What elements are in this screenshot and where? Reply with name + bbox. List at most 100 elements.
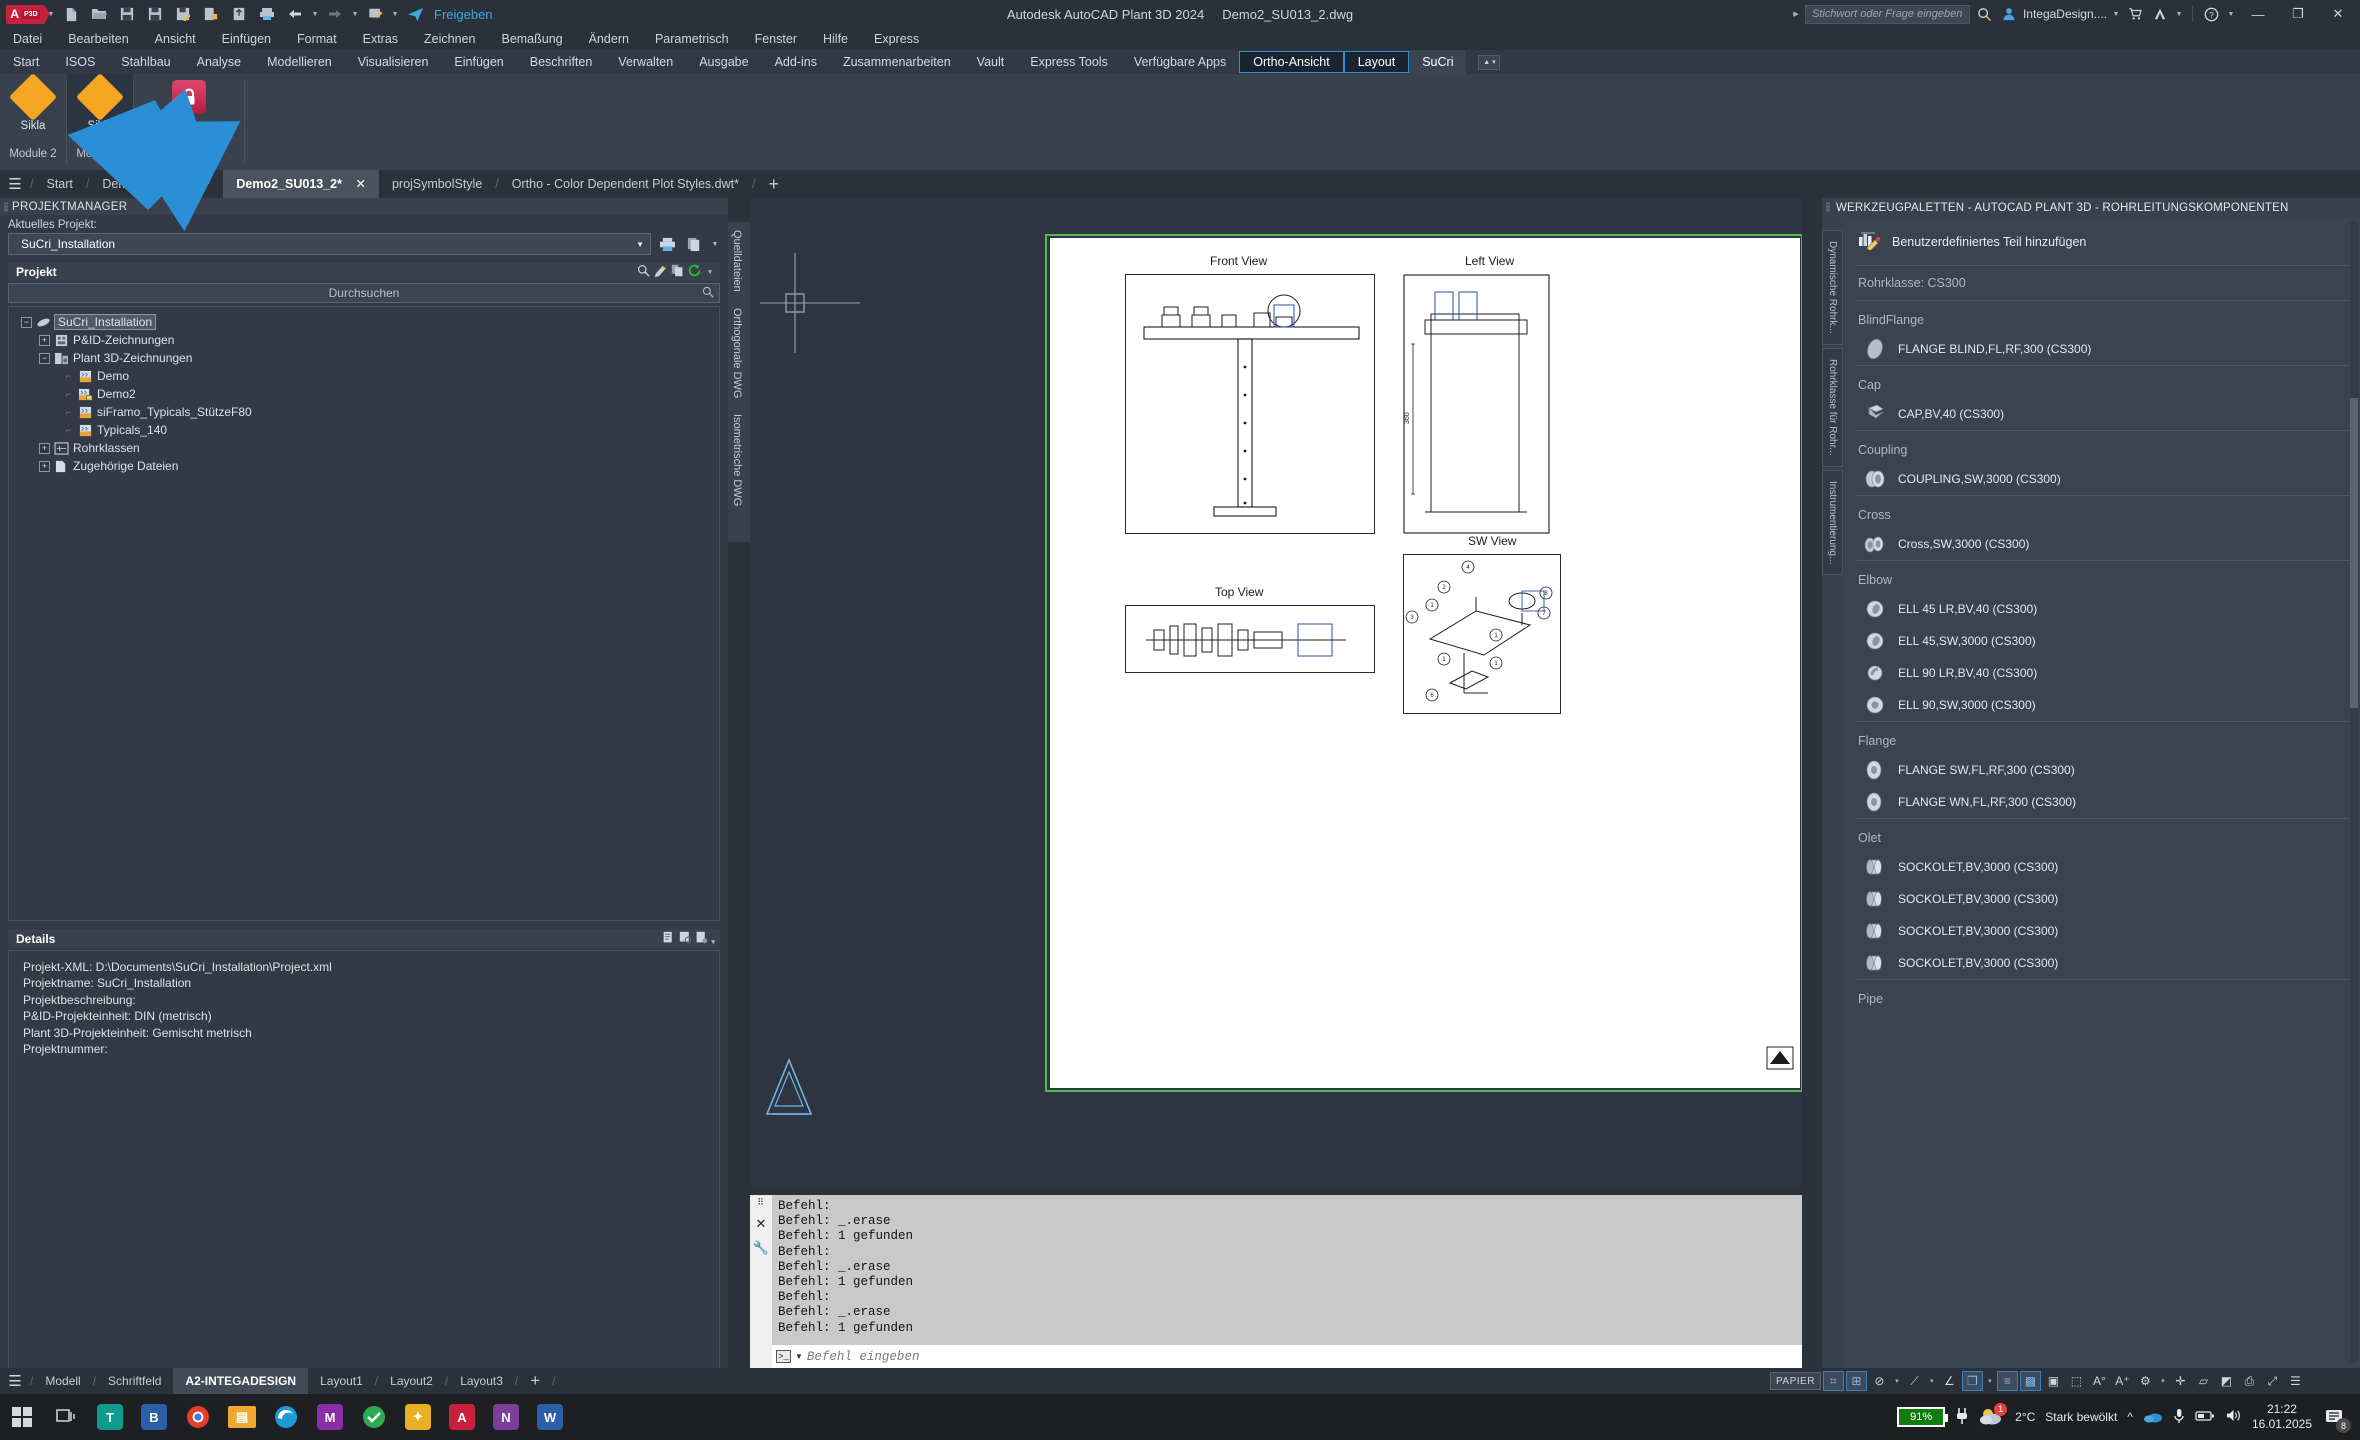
palette-item-sockolet-4[interactable]: SOCKOLET,BV,3000 (CS300) <box>1846 947 2360 979</box>
tree-node-sucri-installation[interactable]: − SuCri_Installation <box>21 313 719 331</box>
layout-tab-modell[interactable]: Modell <box>33 1368 92 1394</box>
drawing-tab-demo2[interactable]: Demo2* <box>152 170 223 198</box>
palette-side-tab-instrumentierung[interactable]: Instrumentierung... <box>1822 469 1843 575</box>
palette-scrollbar-track[interactable] <box>2350 222 2358 1362</box>
tree-node-pid-zeichnungen[interactable]: + P&ID-Zeichnungen <box>21 331 719 349</box>
tab-vault[interactable]: Vault <box>964 50 1018 74</box>
redo-caret-icon[interactable]: ▼ <box>350 11 360 18</box>
refresh-icon[interactable] <box>688 264 701 280</box>
clock[interactable]: 21:22 16.01.2025 <box>2252 1402 2312 1432</box>
tool-palette-body[interactable]: Benutzerdefiniertes Teil hinzufügen Rohr… <box>1846 218 2360 1368</box>
layout-tab-layout2[interactable]: Layout2 <box>378 1368 445 1394</box>
autodesk-a-icon[interactable] <box>2150 7 2170 21</box>
close-button[interactable]: ✕ <box>2320 0 2356 28</box>
undo-caret-icon[interactable]: ▼ <box>310 11 320 18</box>
tray-expand-icon[interactable]: ^ <box>2127 1410 2133 1424</box>
ucs-caret-icon[interactable]: ▾ <box>1985 1377 1995 1385</box>
annotation-autoscale-icon[interactable]: A° <box>2089 1371 2110 1391</box>
tab-beschriften[interactable]: Beschriften <box>517 50 606 74</box>
menu-item-parametrisch[interactable]: Parametrisch <box>642 32 742 46</box>
menu-item-bemassung[interactable]: Bemaßung <box>488 32 575 46</box>
side-tab-isometrische-dwg[interactable]: Isometrische DWG <box>728 406 746 514</box>
hardware-acceleration-icon[interactable]: ◩ <box>2216 1371 2237 1391</box>
minimize-button[interactable]: — <box>2240 0 2276 28</box>
ucs-icon[interactable]: ❐ <box>1961 1371 1983 1391</box>
palette-item-flange-blind[interactable]: FLANGE BLIND,FL,RF,300 (CS300) <box>1846 333 2360 365</box>
edit-project-icon[interactable] <box>654 264 667 280</box>
menu-item-extras[interactable]: Extras <box>350 32 411 46</box>
space-toggle-button[interactable]: PAPIER <box>1770 1372 1821 1390</box>
onedrive-icon[interactable] <box>2143 1409 2163 1426</box>
undo-icon[interactable] <box>282 2 308 26</box>
workspace-gear-icon[interactable]: ⚙ <box>2135 1371 2156 1391</box>
menu-item-datei[interactable]: Datei <box>0 32 55 46</box>
project-tree[interactable]: − SuCri_Installation + P&ID-Zeichnungen … <box>8 306 720 921</box>
grid-icon[interactable]: ⊞ <box>1845 1371 1867 1391</box>
layout-tab-layout1[interactable]: Layout1 <box>308 1368 375 1394</box>
tree-node-rohrklassen[interactable]: + Rohrklassen <box>21 439 719 457</box>
save-as-icon[interactable] <box>142 2 168 26</box>
side-tab-orthogonale-dwg[interactable]: Orthogonale DWG <box>728 300 746 406</box>
app-edge-icon[interactable] <box>264 1394 308 1440</box>
wrench-settings-icon[interactable]: 🔧 <box>753 1240 769 1256</box>
palette-side-tab-rohrklasse[interactable]: Rohrklasse für Rohr... <box>1822 347 1843 467</box>
drawing-tab-projsymbolstyle[interactable]: projSymbolStyle <box>379 170 495 198</box>
tab-isos[interactable]: ISOS <box>52 50 108 74</box>
cart-icon[interactable] <box>2125 7 2146 21</box>
tree-node-demo[interactable]: ⌐ Demo <box>21 367 719 385</box>
selection-cycling-icon[interactable]: ▣ <box>2043 1371 2064 1391</box>
otrack-icon[interactable]: ∠ <box>1939 1371 1960 1391</box>
tab-stahlbau[interactable]: Stahlbau <box>108 50 183 74</box>
sikla-module4-button[interactable]: Sikla <box>67 72 133 132</box>
palette-item-flange-wn[interactable]: FLANGE WN,FL,RF,300 (CS300) <box>1846 786 2360 818</box>
palette-item-cap[interactable]: CAP,BV,40 (CS300) <box>1846 398 2360 430</box>
clean-screen-icon[interactable]: ⎙ <box>2239 1371 2260 1391</box>
palette-item-ell-45-sw[interactable]: ELL 45,SW,3000 (CS300) <box>1846 625 2360 657</box>
tab-layout[interactable]: Layout <box>1343 51 1410 73</box>
customization-icon[interactable]: ☰ <box>2285 1371 2306 1391</box>
account-caret-icon[interactable]: ▼ <box>2111 11 2121 18</box>
details-preview-icon[interactable] <box>679 931 692 947</box>
panel-grip-icon[interactable] <box>1826 202 1830 212</box>
command-grip-icon[interactable]: ⠿ <box>757 1197 765 1208</box>
tree-expander-icon[interactable]: + <box>39 334 50 346</box>
menu-item-ansicht[interactable]: Ansicht <box>142 32 209 46</box>
task-view-icon[interactable] <box>44 1394 88 1440</box>
annotation-visibility-icon[interactable]: ⬚ <box>2066 1371 2087 1391</box>
qat-more-caret-icon[interactable]: ▼ <box>390 11 400 18</box>
menu-item-format[interactable]: Format <box>284 32 350 46</box>
layout-tab-schriftfeld[interactable]: Schriftfeld <box>96 1368 173 1394</box>
left-view-box[interactable]: 360 <box>1403 274 1550 534</box>
batch-plot-icon[interactable] <box>362 2 388 26</box>
publish-icon[interactable] <box>226 2 252 26</box>
menu-item-zeichnen[interactable]: Zeichnen <box>411 32 488 46</box>
search-icon[interactable] <box>1974 7 1995 22</box>
panel-grip-icon[interactable] <box>4 202 8 212</box>
annotation-scale-icon[interactable]: A⁺ <box>2112 1371 2133 1391</box>
tree-expander-icon[interactable]: − <box>39 352 50 364</box>
save-icon[interactable] <box>114 2 140 26</box>
transparency-icon[interactable]: ▩ <box>2019 1371 2041 1391</box>
tab-zusammenarbeiten[interactable]: Zusammenarbeiten <box>830 50 964 74</box>
palette-side-tab-dynamisch[interactable]: Dynamische Rohrk... <box>1822 230 1843 345</box>
command-dropdown-caret-icon[interactable]: ▼ <box>795 1352 803 1361</box>
command-input[interactable]: >_ ▼ Befehl eingeben <box>772 1345 1802 1368</box>
search-icon[interactable] <box>702 286 714 301</box>
sw-view-box[interactable]: 4 2 3 1 8 7 1 1 1 6 <box>1403 554 1561 714</box>
app-autocad-icon[interactable]: A <box>440 1394 484 1440</box>
tab-analyse[interactable]: Analyse <box>184 50 254 74</box>
palette-item-ell-90-sw[interactable]: ELL 90,SW,3000 (CS300) <box>1846 689 2360 721</box>
account-name[interactable]: IntegaDesign.... <box>2023 7 2107 21</box>
tree-expander-icon[interactable]: + <box>39 442 50 454</box>
menu-item-bearbeiten[interactable]: Bearbeiten <box>55 32 141 46</box>
palette-item-sockolet-2[interactable]: SOCKOLET,BV,3000 (CS300) <box>1846 883 2360 915</box>
plot-icon[interactable] <box>254 2 280 26</box>
workspace-caret-icon[interactable]: ▾ <box>2158 1377 2168 1385</box>
top-view-box[interactable] <box>1125 605 1375 673</box>
isolate-objects-icon[interactable]: ▱ <box>2193 1371 2214 1391</box>
tab-add-ins[interactable]: Add-ins <box>762 50 830 74</box>
palette-item-flange-sw[interactable]: FLANGE SW,FL,RF,300 (CS300) <box>1846 754 2360 786</box>
open-icon[interactable] <box>86 2 112 26</box>
layout-tab-layout3[interactable]: Layout3 <box>448 1368 515 1394</box>
snap-icon[interactable]: ⌗ <box>1822 1371 1844 1391</box>
